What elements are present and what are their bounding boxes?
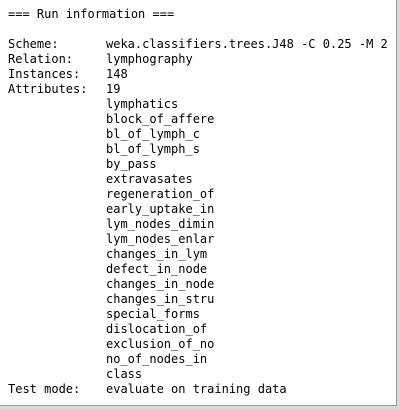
- attribute-item: lym_nodes_enlar: [106, 232, 215, 246]
- attribute-list: lymphatics block_of_affere bl_of_lymph_c…: [8, 97, 388, 382]
- relation-value: lymphography: [106, 52, 193, 66]
- test-mode-value: evaluate on training data: [106, 382, 287, 396]
- attribute-item: changes_in_node: [106, 277, 215, 291]
- scheme-row: Scheme: weka.classifiers.trees.J48 -C 0.2…: [8, 37, 388, 52]
- attribute-item: bl_of_lymph_s: [106, 142, 200, 156]
- instances-row: Instances: 148: [8, 67, 388, 82]
- attribute-item: exclusion_of_no: [106, 337, 215, 351]
- attribute-item: changes_in_stru: [106, 292, 215, 306]
- relation-row: Relation: lymphography: [8, 52, 388, 67]
- attribute-item: by_pass: [106, 157, 157, 171]
- attribute-item: defect_in_node: [106, 262, 208, 276]
- classifier-output-text[interactable]: === Run information === Scheme: weka.clas…: [8, 7, 388, 397]
- scheme-label: Scheme:: [8, 37, 59, 51]
- attribute-item: changes_in_lym: [106, 247, 208, 261]
- instances-label: Instances:: [8, 67, 81, 81]
- attribute-item: dislocation_of: [106, 322, 208, 336]
- attribute-item: lym_nodes_dimin: [106, 217, 215, 231]
- attribute-item: class: [106, 367, 143, 381]
- run-info-header: === Run information ===: [8, 7, 175, 21]
- attribute-item: lymphatics: [106, 97, 179, 111]
- test-mode-label: Test mode:: [8, 382, 81, 396]
- attribute-item: special_forms: [106, 307, 200, 321]
- relation-label: Relation:: [8, 52, 74, 66]
- attribute-item: bl_of_lymph_c: [106, 127, 200, 141]
- attribute-item: block_of_affere: [106, 112, 215, 126]
- attributes-label: Attributes:: [8, 82, 88, 96]
- instances-value: 148: [106, 67, 128, 81]
- test-mode-row: Test mode: evaluate on training data: [8, 382, 388, 397]
- attribute-item: early_uptake_in: [106, 202, 215, 216]
- attribute-item: no_of_nodes_in: [106, 352, 208, 366]
- attributes-count: 19: [106, 82, 121, 96]
- attribute-item: regeneration_of: [106, 187, 215, 201]
- classifier-output-panel[interactable]: === Run information === Scheme: weka.clas…: [0, 0, 397, 406]
- attribute-item: extravasates: [106, 172, 193, 186]
- attributes-row: Attributes: 19: [8, 82, 388, 97]
- scheme-value: weka.classifiers.trees.J48 -C 0.25 -M 2: [106, 37, 388, 51]
